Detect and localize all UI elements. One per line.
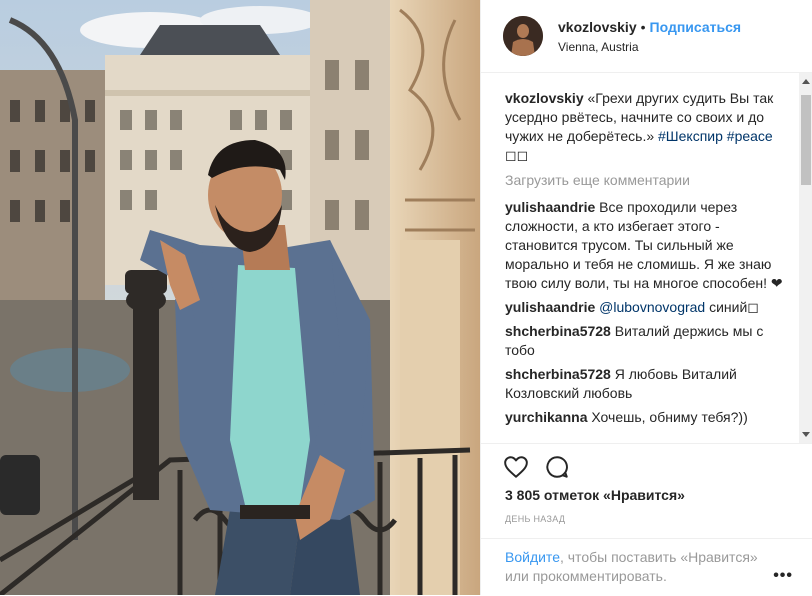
- caption: vkozlovskiy «Грехи других судить Вы так …: [505, 89, 793, 165]
- post-photo: [0, 0, 480, 595]
- follow-button[interactable]: Подписаться: [650, 19, 742, 35]
- caption-username[interactable]: vkozlovskiy: [505, 90, 584, 106]
- login-prompt-text: Войдите, чтобы поставить «Нравится» или …: [505, 548, 765, 586]
- comment-item: shcherbina5728 Я любовь Виталий Козловск…: [505, 365, 793, 403]
- login-link[interactable]: Войдите: [505, 549, 560, 565]
- comment-item: yurchikanna Хочешь, обниму тебя?)): [505, 408, 793, 427]
- post-header: vkozlovskiy • Подписаться Vienna, Austri…: [481, 0, 812, 73]
- hashtag-shakespeare[interactable]: #Шекспир: [658, 128, 723, 144]
- hashtag-peace[interactable]: #peace: [727, 128, 773, 144]
- heart-icon[interactable]: [503, 454, 531, 482]
- comment-username[interactable]: shcherbina5728: [505, 323, 611, 339]
- separator-dot: •: [640, 19, 646, 35]
- header-username[interactable]: vkozlovskiy: [558, 19, 637, 35]
- comment-username[interactable]: shcherbina5728: [505, 366, 611, 382]
- scroll-down-arrow-icon[interactable]: [802, 432, 810, 437]
- comments-section: vkozlovskiy «Грехи других судить Вы так …: [481, 73, 812, 443]
- avatar[interactable]: [503, 16, 543, 56]
- post-date[interactable]: ДЕНЬ НАЗАД: [505, 514, 565, 524]
- comment-text: Хочешь, обниму тебя?)): [591, 409, 748, 425]
- scroll-up-arrow-icon[interactable]: [802, 79, 810, 84]
- comments-scrollbar[interactable]: [799, 73, 812, 443]
- comment-mention[interactable]: @lubovnovograd: [599, 299, 705, 315]
- more-options-icon[interactable]: •••: [773, 567, 793, 585]
- load-more-comments-button[interactable]: Загрузить еще комментарии: [505, 171, 793, 190]
- comment-username[interactable]: yulishaandrie: [505, 199, 595, 215]
- location-link[interactable]: Vienna, Austria: [558, 40, 639, 54]
- likes-count[interactable]: 3 805 отметок «Нравится»: [505, 487, 685, 503]
- comment-item: yulishaandrie @lubovnovograd синий◻: [505, 298, 793, 317]
- emoji-glyphs: ◻◻: [505, 147, 529, 163]
- comment-username[interactable]: yurchikanna: [505, 409, 587, 425]
- scrollbar-thumb[interactable]: [801, 95, 811, 185]
- login-prompt: Войдите, чтобы поставить «Нравится» или …: [481, 538, 812, 596]
- comment-text: синий◻: [709, 299, 759, 315]
- comment-icon[interactable]: [544, 454, 572, 482]
- post-panel: vkozlovskiy • Подписаться Vienna, Austri…: [480, 0, 812, 595]
- comment-username[interactable]: yulishaandrie: [505, 299, 595, 315]
- comment-item: shcherbina5728 Виталий держись мы с тобо: [505, 322, 793, 360]
- comment-item: yulishaandrie Все проходили через сложно…: [505, 198, 793, 293]
